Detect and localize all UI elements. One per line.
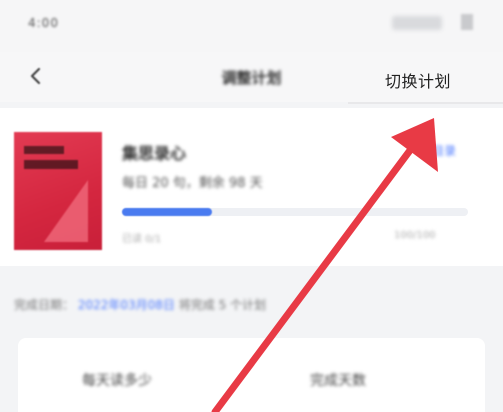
progress-bar-fill: [122, 208, 212, 216]
battery-signal-icons: [392, 16, 442, 30]
completion-days-option[interactable]: 完成天数: [310, 370, 366, 390]
book-subtitle: 每日 20 句，剩余 98 天: [122, 176, 263, 191]
progress-right-label: 100/100: [394, 230, 436, 241]
plan-options-card: 每天读多少 完成天数: [18, 338, 485, 412]
progress-bar: [122, 208, 468, 216]
book-title: 集思录心: [122, 144, 187, 163]
app-screen: 4:00 调整计划 切换计划 集思录心 每日 20 句，剩余 98 天 目录 已…: [0, 0, 503, 412]
plan-suffix: 将完成 5 个计划: [178, 298, 267, 312]
plan-date-link[interactable]: 2022年03月08日: [78, 298, 175, 312]
progress-left-label: 已读 0/1: [122, 234, 162, 245]
book-cover-image: [14, 132, 102, 250]
directory-link[interactable]: 目录: [432, 142, 456, 159]
nav-divider: [348, 102, 503, 104]
plan-prefix: 完成日期：: [14, 298, 75, 312]
status-time: 4:00: [28, 16, 59, 30]
status-bar: 4:00: [0, 0, 503, 52]
switch-plan-button[interactable]: 切换计划: [385, 68, 451, 92]
book-card[interactable]: 集思录心 每日 20 句，剩余 98 天 目录 已读 0/1 100/100: [0, 108, 503, 266]
plan-completion-line: 完成日期： 2022年03月08日 将完成 5 个计划: [14, 296, 266, 313]
battery-icon: [461, 14, 473, 30]
top-nav-bar: 调整计划 切换计划: [0, 52, 503, 102]
daily-amount-option[interactable]: 每天读多少: [82, 370, 152, 390]
